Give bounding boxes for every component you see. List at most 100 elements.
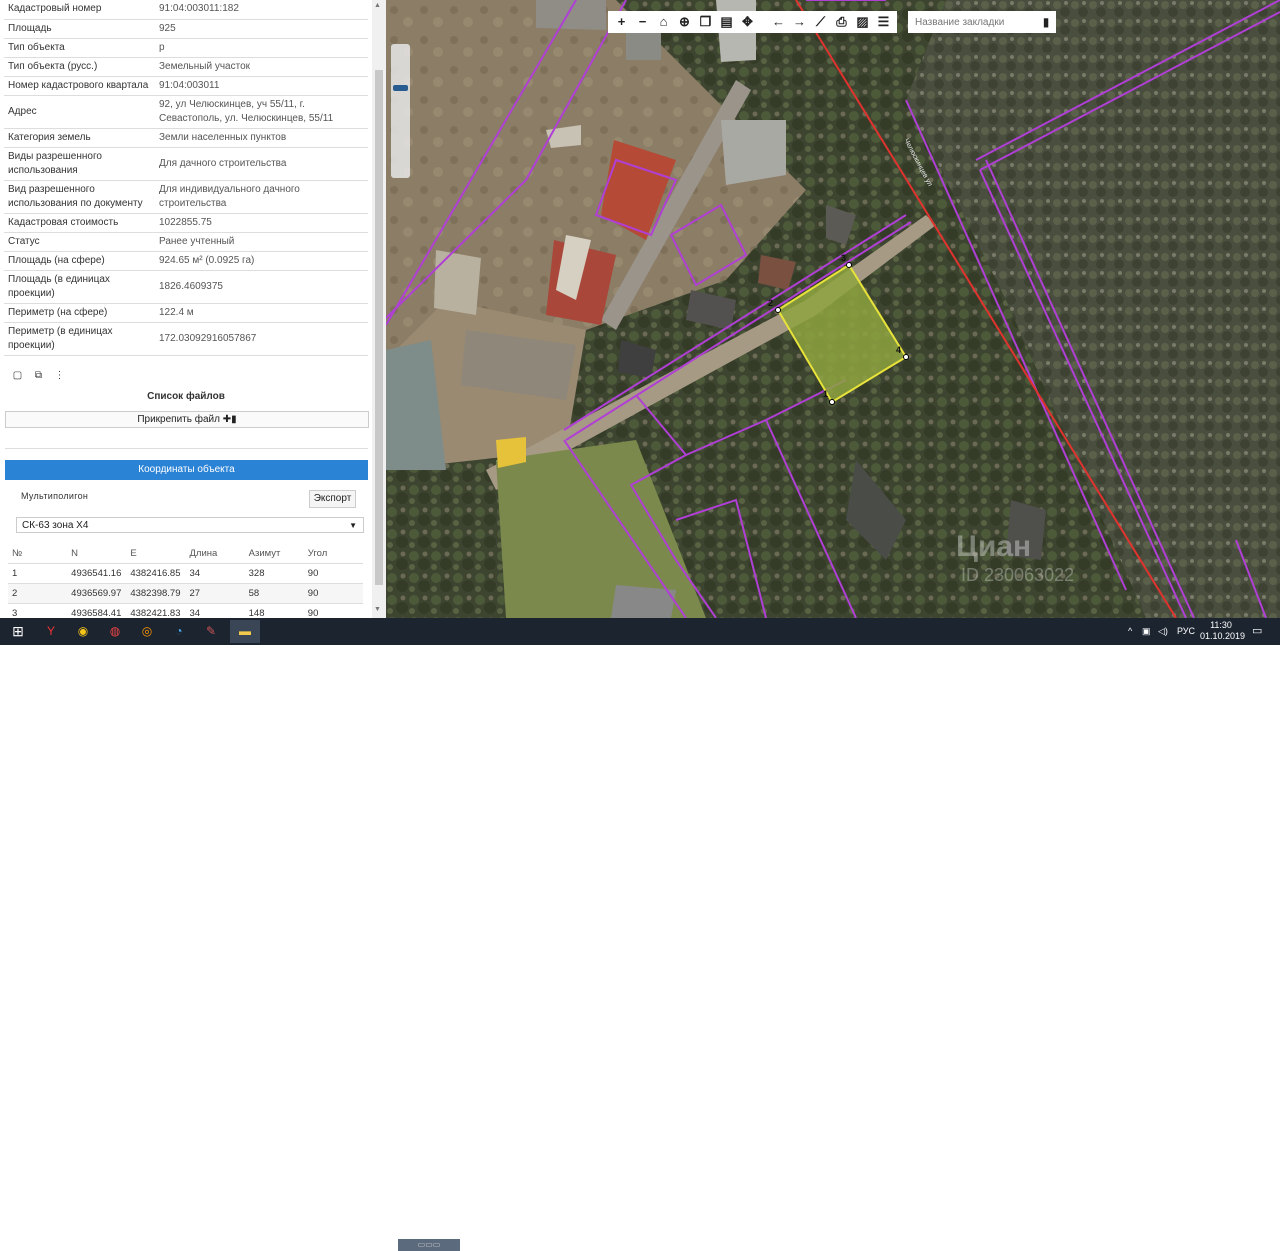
ruler-icon[interactable]: ⟋: [811, 12, 830, 32]
zoom-in-icon[interactable]: +: [612, 12, 631, 32]
coords-column-header[interactable]: N: [67, 544, 127, 564]
image-icon[interactable]: ▨: [853, 12, 872, 32]
coords-cell: 90: [303, 563, 363, 584]
paint-icon[interactable]: ✎: [196, 620, 226, 643]
notifications-icon[interactable]: ▭: [1252, 618, 1262, 645]
coords-column-header[interactable]: Длина: [185, 544, 245, 564]
property-key: Вид разрешенного использования по докуме…: [4, 180, 155, 214]
map-imagery: Челюскинцев ул: [386, 0, 1280, 618]
volume-icon[interactable]: ◁): [1158, 618, 1168, 645]
property-value: 122.4 м: [155, 303, 368, 323]
property-key: Виды разрешенного использования: [4, 147, 155, 181]
panel-actions: ▢ ⧉ ⋮: [10, 368, 67, 383]
coords-column-header[interactable]: Азимут: [244, 544, 304, 564]
property-value: p: [155, 38, 368, 58]
coords-column-header[interactable]: №: [8, 544, 68, 564]
property-row: Кадастровая стоимость 1022855.75: [4, 213, 368, 233]
attach-file-button[interactable]: Прикрепить файл ✚▮: [5, 411, 369, 428]
chevron-down-icon: ▼: [349, 521, 357, 530]
property-key: Площадь: [4, 19, 155, 39]
coords-cell: 1: [8, 563, 68, 584]
property-row: Вид разрешенного использования по докуме…: [4, 180, 368, 214]
property-row: Периметр (в единицах проекции) 172.030929…: [4, 322, 368, 356]
app-orange-icon[interactable]: ◎: [132, 620, 162, 643]
bookmark-name-input[interactable]: [908, 11, 1036, 33]
copy-icon[interactable]: ⧉: [31, 368, 46, 383]
geometry-type: Мультиполигон: [21, 491, 89, 501]
watermark: Циан: [956, 530, 1032, 563]
watermark-id: ID 230063022: [961, 565, 1075, 585]
vertex-label: 4: [896, 345, 902, 355]
coords-column-header[interactable]: E: [126, 544, 186, 564]
list-icon[interactable]: ☰: [874, 12, 893, 32]
scrollbar-thumb[interactable]: [375, 70, 383, 585]
home-icon[interactable]: ⌂: [654, 12, 673, 32]
measure-table-icon[interactable]: ▤: [717, 12, 736, 32]
coords-table: № N E Длина Азимут Угол 1 4936541.16 4382416.85…: [8, 544, 363, 618]
scroll-down-icon[interactable]: ▼: [374, 606, 381, 613]
property-row: Тип объекта (русс.) Земельный участок: [4, 57, 368, 77]
property-value: Для индивидуального дачного строительств…: [155, 180, 368, 214]
clock[interactable]: 11:30 01.10.2019: [1200, 620, 1245, 642]
property-row: Адрес 92, ул Челюскинцев, уч 55/11, г. Се…: [4, 95, 368, 129]
coords-cell: 4936569.97: [67, 583, 127, 604]
plus-file-icon: ✚▮: [222, 414, 237, 425]
properties-table: Кадастровый номер 91:04:003011:182 Площадь…: [4, 0, 368, 356]
coords-header[interactable]: Координаты объекта: [5, 460, 368, 480]
vertex-label: 1: [823, 389, 829, 399]
property-value: 1022855.75: [155, 213, 368, 233]
coords-row[interactable]: 2 4936569.97 4382398.79 27 58 90: [8, 583, 363, 604]
scroll-up-icon[interactable]: ▲: [374, 2, 381, 9]
zone-select[interactable]: СК-63 зона Х4 ▼: [16, 517, 364, 533]
app-blue-icon[interactable]: ◔: [164, 620, 194, 643]
property-row: Тип объекта p: [4, 38, 368, 58]
map-scale-bar: ▭▭▭: [398, 1239, 460, 1251]
layers-icon[interactable]: ❐: [696, 12, 715, 32]
attach-file-label: Прикрепить файл: [137, 414, 220, 425]
property-key: Тип объекта: [4, 38, 155, 58]
property-key: Площадь (в единицах проекции): [4, 270, 155, 304]
satellite-map[interactable]: Челюскинцев ул 1 2 3 4 Циан ID 230063022…: [386, 0, 1280, 618]
coords-column-header[interactable]: Угол: [303, 544, 363, 564]
zoom-slider-knob[interactable]: [393, 85, 408, 91]
coords-row[interactable]: 1 4936541.16 4382416.85 34 328 90: [8, 563, 363, 584]
property-value: 91:04:003011: [155, 76, 368, 96]
zoom-slider[interactable]: [391, 44, 410, 178]
more-icon[interactable]: ⋮: [52, 368, 67, 383]
windows-start-icon[interactable]: ⊞: [3, 620, 33, 643]
coords-cell: 148: [244, 603, 304, 618]
back-icon[interactable]: ←: [769, 12, 788, 32]
locate-icon[interactable]: ✥: [738, 12, 757, 32]
coords-cell: 2: [8, 583, 68, 604]
coords-row[interactable]: 3 4936584.41 4382421.83 34 148 90: [8, 603, 363, 618]
network-icon[interactable]: ▣: [1142, 618, 1151, 645]
language-indicator[interactable]: РУС: [1177, 618, 1195, 645]
yandex-browser-icon[interactable]: Y: [36, 620, 66, 643]
property-row: Номер кадастрового квартала 91:04:003011: [4, 76, 368, 96]
print-icon[interactable]: ⎙: [832, 12, 851, 32]
property-row: Площадь (в единицах проекции) 1826.460937…: [4, 270, 368, 304]
property-key: Периметр (на сфере): [4, 303, 155, 323]
property-row: Категория земель Земли населенных пунктов: [4, 128, 368, 148]
property-value: 91:04:003011:182: [155, 0, 368, 20]
property-row: Виды разрешенного использования Для дачно…: [4, 147, 368, 181]
coords-cell: 90: [303, 583, 363, 604]
vertex-label: 2: [768, 298, 774, 308]
info-panel: Кадастровый номер 91:04:003011:182 Площадь…: [0, 0, 386, 618]
square-icon[interactable]: ▢: [10, 368, 25, 383]
export-button[interactable]: Экспорт: [309, 490, 356, 508]
zoom-out-icon[interactable]: −: [633, 12, 652, 32]
chrome-icon[interactable]: ◉: [68, 620, 98, 643]
coords-cell: 34: [185, 603, 245, 618]
app-red-icon[interactable]: ◍: [100, 620, 130, 643]
file-explorer-icon[interactable]: ▬: [230, 620, 260, 643]
tray-up-icon[interactable]: ^: [1128, 618, 1132, 645]
panel-scrollbar[interactable]: ▲ ▼: [372, 0, 386, 618]
property-value: Земли населенных пунктов: [155, 128, 368, 148]
property-value: 925: [155, 19, 368, 39]
forward-icon[interactable]: →: [790, 12, 809, 32]
property-row: Статус Ранее учтенный: [4, 232, 368, 252]
map-toolbar: + − ⌂ ⊕ ❐ ▤ ✥ ← → ⟋ ⎙ ▨ ☰: [608, 11, 897, 33]
bookmark-icon[interactable]: ▮: [1036, 11, 1056, 33]
zoom-search-icon[interactable]: ⊕: [675, 12, 694, 32]
